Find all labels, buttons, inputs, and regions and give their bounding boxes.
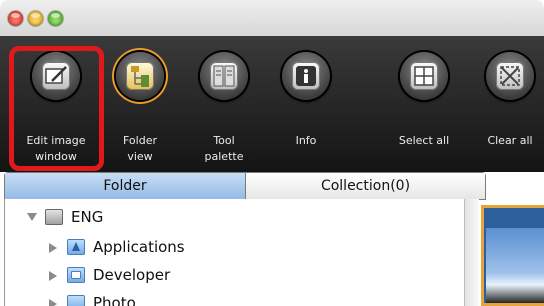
- tool-label: Info: [295, 134, 317, 147]
- select-all-button[interactable]: Select all: [384, 36, 464, 172]
- tree-scrollbar[interactable]: [464, 199, 479, 306]
- folder-icon: [67, 295, 85, 306]
- tree-item-eng[interactable]: ENG: [5, 205, 445, 229]
- tree-item-applications[interactable]: Applications: [5, 235, 445, 259]
- folder-tree: ENG Applications Developer Photo: [4, 199, 465, 306]
- disclosure-triangle-icon[interactable]: [49, 299, 57, 306]
- info-button[interactable]: Info: [266, 36, 346, 172]
- tab-collection[interactable]: Collection(0): [246, 173, 485, 199]
- callout-highlight: [9, 46, 104, 171]
- tool-label: Clear all: [487, 134, 533, 147]
- tree-item-label: Photo: [93, 294, 136, 306]
- folder-view-button[interactable]: Folder view: [100, 36, 180, 172]
- info-icon: [282, 52, 330, 100]
- developer-folder-icon: [67, 267, 85, 283]
- folder-view-icon: [116, 52, 164, 100]
- disclosure-triangle-icon[interactable]: [49, 243, 57, 253]
- panel-tabs: Folder Collection(0): [4, 172, 486, 200]
- disclosure-triangle-icon[interactable]: [27, 213, 37, 221]
- tool-label: Select all: [398, 134, 450, 147]
- clear-all-icon: [486, 52, 534, 100]
- tree-item-label: Developer: [93, 266, 171, 284]
- select-all-icon: [400, 52, 448, 100]
- zoom-button[interactable]: [48, 11, 63, 26]
- tool-label: Tool palette: [204, 134, 244, 163]
- clear-all-button[interactable]: Clear all: [470, 36, 544, 172]
- app-window: Edit image window Folder view Tool palet…: [0, 0, 544, 306]
- disk-icon: [45, 209, 63, 225]
- close-button[interactable]: [8, 11, 23, 26]
- tool-palette-button[interactable]: Tool palette: [184, 36, 264, 172]
- tree-item-developer[interactable]: Developer: [5, 263, 445, 287]
- tree-item-photo[interactable]: Photo: [5, 291, 445, 306]
- minimize-button[interactable]: [28, 11, 43, 26]
- disclosure-triangle-icon[interactable]: [49, 271, 57, 281]
- thumbnail-image: [486, 228, 544, 303]
- title-bar: [0, 0, 544, 37]
- tree-item-label: Applications: [93, 238, 185, 256]
- applications-folder-icon: [67, 239, 85, 255]
- tree-item-label: ENG: [71, 208, 104, 226]
- tab-folder[interactable]: Folder: [5, 173, 246, 199]
- tool-palette-icon: [200, 52, 248, 100]
- image-thumbnail[interactable]: [481, 205, 544, 306]
- tool-label: Folder view: [123, 134, 157, 163]
